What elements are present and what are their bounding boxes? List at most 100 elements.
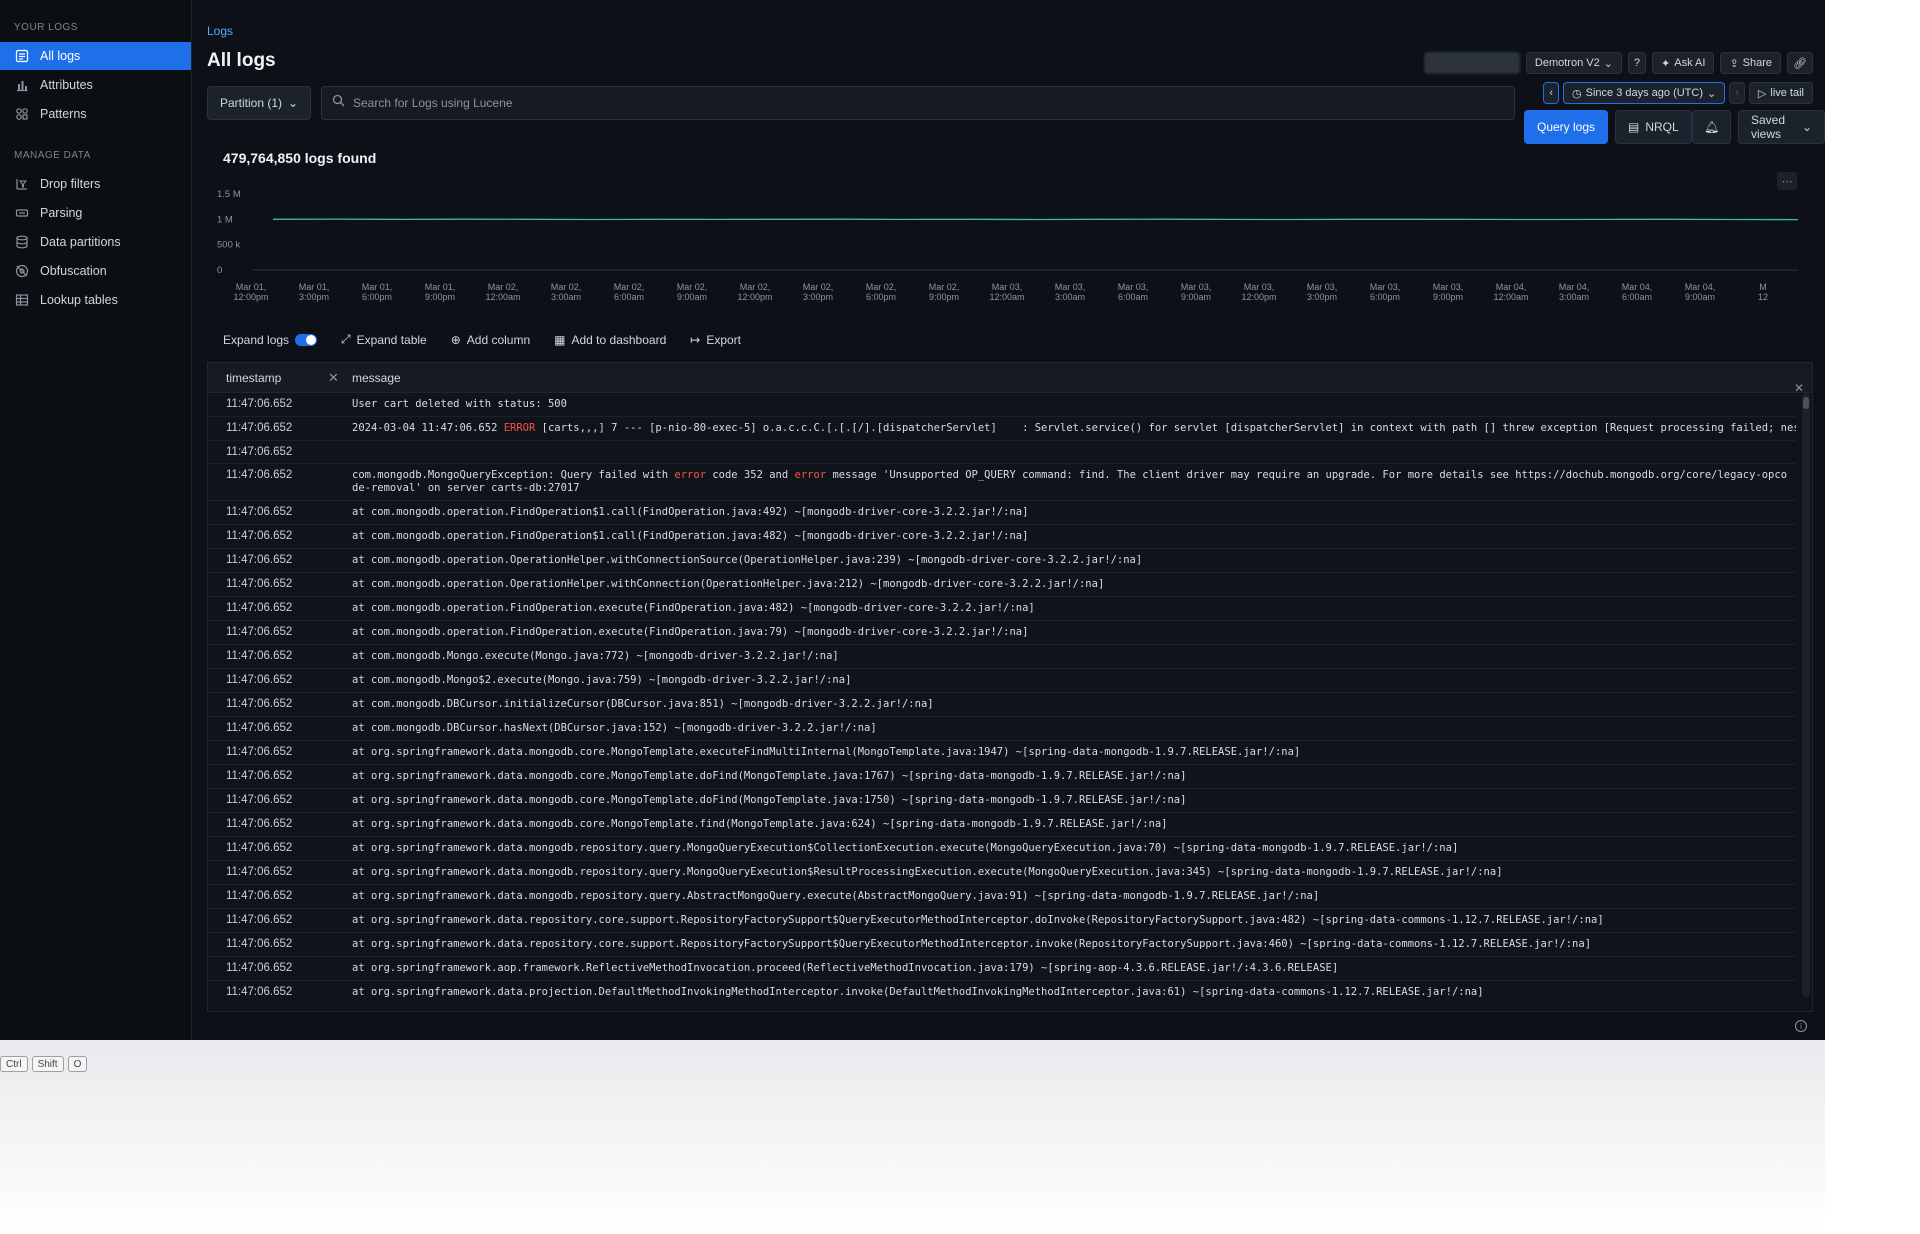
time-prev-button[interactable]: ‹ xyxy=(1543,82,1560,104)
table-row[interactable]: 11:47:06.652 at com.mongodb.operation.Fin… xyxy=(208,597,1796,621)
logs-count: 479,764,850 logs found xyxy=(223,150,377,166)
sidebar-item-attributes[interactable]: Attributes xyxy=(0,71,191,99)
add-column-label: Add column xyxy=(466,332,531,347)
table-body: 11:47:06.652 User cart deleted with statu… xyxy=(208,393,1796,997)
query-logs-button[interactable]: Query logs xyxy=(1524,110,1609,144)
table-row[interactable]: 11:47:06.652 at org.springframework.data.… xyxy=(208,789,1796,813)
table-row[interactable]: 11:47:06.652 at com.mongodb.operation.Fin… xyxy=(208,501,1796,525)
x-tick-label: Mar 02, xyxy=(551,282,582,292)
table-row[interactable]: 11:47:06.652 at org.springframework.data.… xyxy=(208,981,1796,997)
sparkle-icon: ✦ xyxy=(1661,57,1671,70)
table-row[interactable]: 11:47:06.652 xyxy=(208,441,1796,464)
cell-message xyxy=(348,441,1796,451)
sidebar-item-data-partitions[interactable]: Data partitions xyxy=(0,228,191,256)
error-keyword: ERROR xyxy=(503,422,536,434)
export-label: Export xyxy=(706,332,741,347)
expand-table-button[interactable]: ⤢ Expand table xyxy=(341,332,427,347)
table-row[interactable]: 11:47:06.652 at org.springframework.data.… xyxy=(208,861,1796,885)
table-row[interactable]: 11:47:06.652 at com.mongodb.DBCursor.init… xyxy=(208,693,1796,717)
saved-views-button[interactable]: Saved views ⌄ xyxy=(1738,110,1825,144)
sidebar-item-patterns[interactable]: Patterns xyxy=(0,100,191,128)
x-tick-label: Mar 01, xyxy=(236,282,267,292)
cell-timestamp: 11:47:06.652 xyxy=(226,890,293,902)
table-row[interactable]: 11:47:06.652 at org.springframework.data.… xyxy=(208,765,1796,789)
info-icon[interactable]: i xyxy=(1795,1020,1807,1032)
nrql-button[interactable]: ▤ NRQL xyxy=(1615,110,1692,144)
cell-message: com.mongodb.MongoQueryException: Query f… xyxy=(348,464,1796,500)
ask-ai-button[interactable]: ✦ Ask AI xyxy=(1652,52,1715,74)
time-range-picker[interactable]: ◷ Since 3 days ago (UTC) ⌄ xyxy=(1563,82,1726,104)
table-row[interactable]: 11:47:06.652 at org.springframework.data.… xyxy=(208,813,1796,837)
x-tick-label: Mar 02, xyxy=(929,282,960,292)
x-tick-label: 12:00pm xyxy=(737,292,772,302)
expand-logs-toggle[interactable]: Expand logs xyxy=(223,333,318,347)
play-icon: ▷ xyxy=(1757,87,1767,100)
sidebar-item-lookup-tables[interactable]: Lookup tables xyxy=(0,286,191,314)
main-panel: Logs All logs Demotron V2 ⌄ ? ✦ Ask AI ⇪… xyxy=(193,0,1825,1040)
table-row[interactable]: 11:47:06.652 at com.mongodb.operation.Ope… xyxy=(208,573,1796,597)
key-shift: Shift xyxy=(31,1056,64,1072)
table-row[interactable]: 11:47:06.652 2024-03-04 11:47:06.652 ERRO… xyxy=(208,417,1796,441)
search-input[interactable] xyxy=(353,96,1504,110)
sidebar-item-parsing[interactable]: Parsing xyxy=(0,199,191,227)
link-button[interactable]: 🔗︎ xyxy=(1787,52,1813,74)
filter-icon xyxy=(14,176,30,192)
saved-views-label: Saved views xyxy=(1751,113,1786,141)
cell-message: at com.mongodb.operation.OperationHelper… xyxy=(352,578,1105,590)
cell-message: at org.springframework.data.mongodb.repo… xyxy=(352,842,1459,854)
sidebar-item-drop-filters[interactable]: Drop filters xyxy=(0,170,191,198)
table-row[interactable]: 11:47:06.652 com.mongodb.MongoQueryExcept… xyxy=(208,464,1796,501)
chevron-down-icon: ⌄ xyxy=(1801,120,1812,134)
remove-column-icon[interactable]: ✕ xyxy=(328,370,348,386)
x-tick-label: Mar 03, xyxy=(1055,282,1086,292)
column-header-timestamp[interactable]: timestamp xyxy=(208,371,328,385)
column-header-message[interactable]: message xyxy=(348,371,401,385)
table-row[interactable]: 11:47:06.652 at com.mongodb.Mongo$2.execu… xyxy=(208,669,1796,693)
table-row[interactable]: 11:47:06.652 User cart deleted with statu… xyxy=(208,393,1796,417)
table-row[interactable]: 11:47:06.652 at com.mongodb.operation.Ope… xyxy=(208,549,1796,573)
search-icon xyxy=(332,94,345,112)
export-button[interactable]: ↦ Export xyxy=(690,333,741,347)
sidebar-item-obfuscation[interactable]: Obfuscation xyxy=(0,257,191,285)
cell-timestamp: 11:47:06.652 xyxy=(226,914,293,926)
y-tick-label: 1.5 M xyxy=(217,189,241,200)
partition-selector[interactable]: Partition (1) ⌄ xyxy=(207,86,312,120)
table-row[interactable]: 11:47:06.652 at org.springframework.data.… xyxy=(208,933,1796,957)
chevron-down-icon: ⌄ xyxy=(1603,57,1613,70)
cell-timestamp: 11:47:06.652 xyxy=(226,602,293,614)
table-row[interactable]: 11:47:06.652 at org.springframework.data.… xyxy=(208,885,1796,909)
database-icon xyxy=(14,234,30,250)
share-button[interactable]: ⇪ Share xyxy=(1720,52,1782,74)
sidebar-item-all-logs[interactable]: All logs xyxy=(0,42,191,70)
table-row[interactable]: 11:47:06.652 at com.mongodb.operation.Fin… xyxy=(208,621,1796,645)
table-row[interactable]: 11:47:06.652 at com.mongodb.Mongo.execute… xyxy=(208,645,1796,669)
table-row[interactable]: 11:47:06.652 at org.springframework.data.… xyxy=(208,909,1796,933)
x-tick-label: Mar 03, xyxy=(1433,282,1464,292)
cell-message: User cart deleted with status: 500 xyxy=(352,398,567,410)
table-row[interactable]: 11:47:06.652 at org.springframework.data.… xyxy=(208,837,1796,861)
table-scrollbar[interactable] xyxy=(1802,393,1810,997)
cell-message: at org.springframework.data.mongodb.core… xyxy=(352,794,1187,806)
account-selector[interactable]: Demotron V2 ⌄ xyxy=(1525,52,1622,74)
toggle-switch[interactable] xyxy=(295,333,318,346)
breadcrumb[interactable]: Logs xyxy=(207,24,233,38)
sidebar-item-label: Patterns xyxy=(40,107,87,121)
table-row[interactable]: 11:47:06.652 at com.mongodb.operation.Fin… xyxy=(208,525,1796,549)
logs-table: timestamp ✕ message ✕ 11:47:06.652 User c… xyxy=(207,362,1813,1012)
table-row[interactable]: 11:47:06.652 at org.springframework.aop.f… xyxy=(208,957,1796,981)
scrollbar-thumb[interactable] xyxy=(1803,397,1809,409)
export-icon: ↦ xyxy=(690,332,701,347)
cell-message: at org.springframework.data.repository.c… xyxy=(352,914,1604,926)
cell-message: at org.springframework.aop.framework.Ref… xyxy=(352,962,1339,974)
x-tick-label: 12:00pm xyxy=(1241,292,1276,302)
table-row[interactable]: 11:47:06.652 at org.springframework.data.… xyxy=(208,741,1796,765)
live-tail-button[interactable]: ▷ live tail xyxy=(1748,82,1813,104)
add-column-button[interactable]: ⊕ Add column xyxy=(451,333,530,347)
add-to-dashboard-button[interactable]: ▦ Add to dashboard xyxy=(554,333,666,347)
help-button[interactable]: ? xyxy=(1627,52,1647,74)
cell-timestamp: 11:47:06.652 xyxy=(226,578,293,590)
list-icon xyxy=(14,48,30,64)
alert-button[interactable]: 🔔︎ xyxy=(1692,110,1732,144)
table-row[interactable]: 11:47:06.652 at com.mongodb.DBCursor.hasN… xyxy=(208,717,1796,741)
time-next-button[interactable]: › xyxy=(1729,82,1745,104)
